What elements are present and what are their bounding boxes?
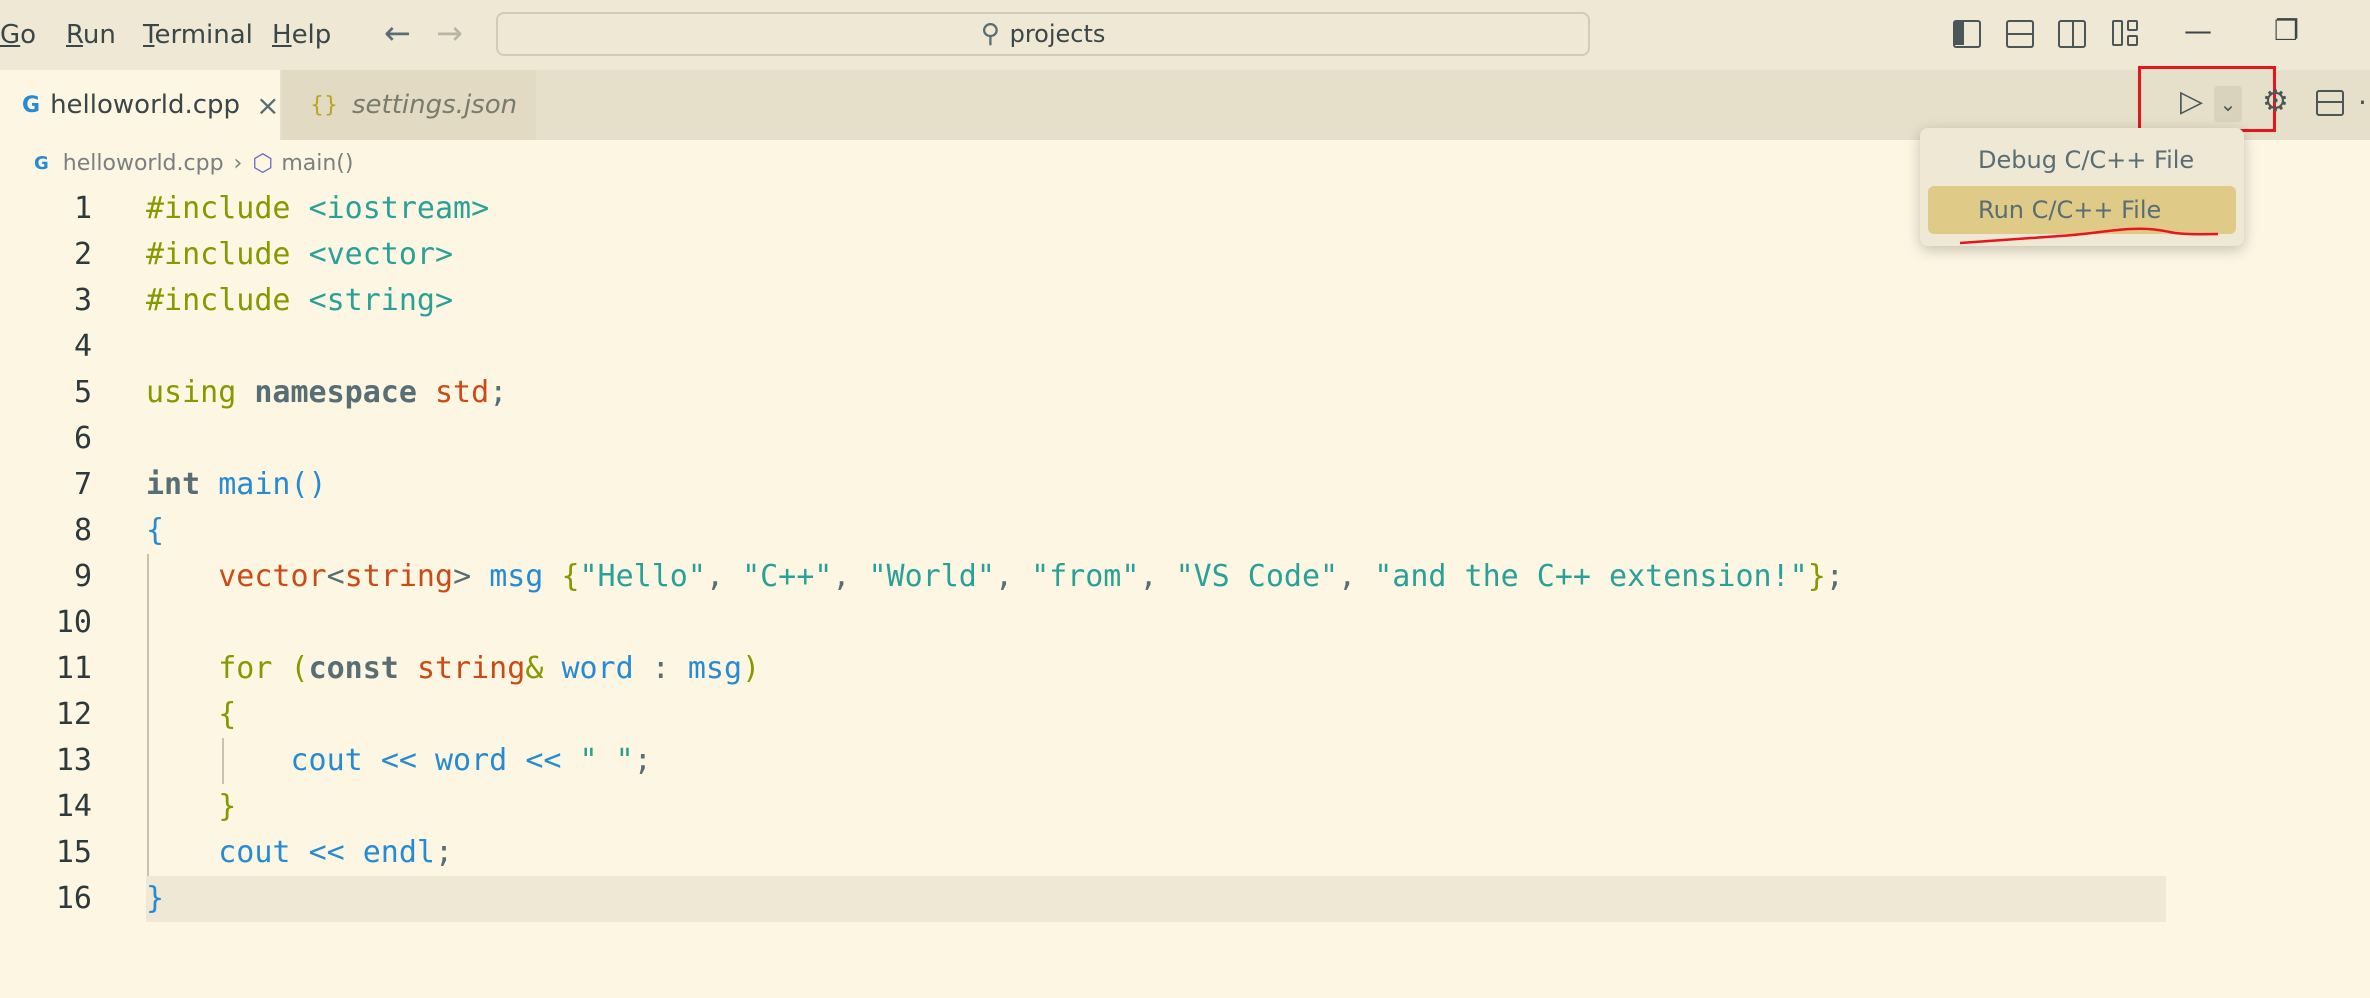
code-line: 6 xyxy=(73,421,92,456)
breadcrumb-symbol[interactable]: main() xyxy=(281,151,353,176)
back-arrow-icon[interactable]: ← xyxy=(384,14,411,52)
menu-run[interactable]: Run xyxy=(66,20,116,50)
code-line: 3 #include <string> xyxy=(73,283,454,318)
forward-arrow-icon[interactable]: → xyxy=(436,14,463,52)
more-actions-icon[interactable]: · xyxy=(2358,86,2367,119)
cpp-file-icon: G xyxy=(22,92,41,118)
code-line: 4 xyxy=(73,329,92,364)
code-line: 5 using namespace std; xyxy=(73,375,508,410)
code-line: 13 cout << word << " "; xyxy=(55,743,652,778)
toggle-secondary-sidebar-icon[interactable] xyxy=(2058,20,2086,48)
tab-label: settings.json xyxy=(352,90,518,120)
code-line: 10 xyxy=(55,605,92,640)
code-line: 9 vector<string> msg {"Hello", "C++", "W… xyxy=(73,559,1844,594)
code-line: 11 for (const string& word : msg) xyxy=(55,651,761,686)
menu-go[interactable]: Go xyxy=(0,20,36,50)
customize-layout-icon[interactable] xyxy=(2112,20,2140,48)
tab-settings-json[interactable]: {} settings.json xyxy=(282,70,536,140)
code-line: 8{ xyxy=(73,513,165,548)
code-line: 15 cout << endl; xyxy=(55,835,454,870)
menu-item-debug-cpp-file[interactable]: Debug C/C++ File xyxy=(1928,136,2236,184)
command-center-search[interactable]: ⚲ projects xyxy=(496,12,1590,56)
title-bar: Go Run Terminal Help ← → ⚲ projects — ❐ xyxy=(0,0,2370,70)
tab-helloworld-cpp[interactable]: G helloworld.cpp × xyxy=(0,70,280,140)
code-line-current: 16} xyxy=(0,876,2370,922)
close-icon[interactable]: × xyxy=(256,89,279,122)
json-file-icon: {} xyxy=(310,92,338,118)
indent-guide xyxy=(147,554,149,876)
search-icon: ⚲ xyxy=(980,19,1000,49)
menu-terminal[interactable]: Terminal xyxy=(143,20,253,50)
run-button-annotation-box xyxy=(2138,66,2276,132)
symbol-method-icon: ⬡ xyxy=(252,149,274,177)
code-line: 12 { xyxy=(55,697,237,732)
gear-icon[interactable]: ⚙ xyxy=(2262,84,2289,119)
tab-label: helloworld.cpp xyxy=(50,90,241,120)
cpp-file-icon: G xyxy=(34,152,49,174)
split-editor-icon[interactable] xyxy=(2316,90,2344,116)
search-text: projects xyxy=(1009,20,1106,48)
restore-icon[interactable]: ❐ xyxy=(2274,14,2299,47)
code-line: 7 int main() xyxy=(73,467,327,502)
breadcrumb-file[interactable]: helloworld.cpp xyxy=(63,151,224,176)
breadcrumb: G helloworld.cpp › ⬡ main() xyxy=(34,148,353,178)
indent-guide xyxy=(222,738,224,784)
code-line: 14 } xyxy=(55,789,237,824)
menu-help[interactable]: Help xyxy=(272,20,331,50)
minimize-icon[interactable]: — xyxy=(2184,14,2212,47)
toggle-panel-icon[interactable] xyxy=(2006,20,2034,48)
red-underline-annotation xyxy=(1960,227,2219,245)
chevron-right-icon: › xyxy=(233,150,243,176)
toggle-primary-sidebar-icon[interactable] xyxy=(1953,20,1981,48)
